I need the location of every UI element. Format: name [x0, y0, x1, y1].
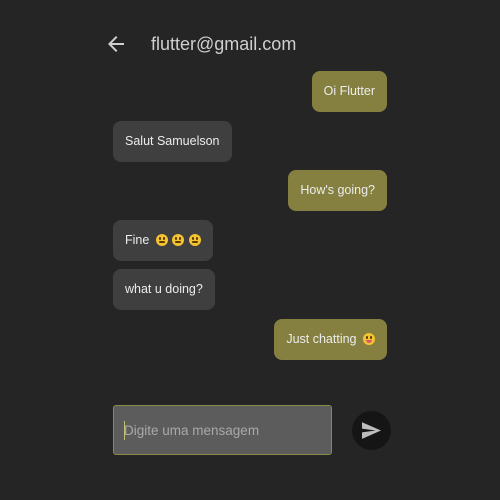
message-bubble-sent[interactable]: Oi Flutter	[311, 71, 387, 112]
grimacing-face-icon	[188, 234, 201, 246]
grimacing-face-icon	[155, 234, 168, 246]
send-button[interactable]	[352, 411, 391, 450]
face-savoring-food-icon	[363, 333, 375, 345]
text-caret	[124, 421, 125, 440]
message-bubble-received[interactable]: Fine	[113, 220, 213, 261]
message-input-box[interactable]	[113, 405, 332, 455]
send-icon	[362, 422, 381, 439]
message-list: Oi Flutter Salut Samuelson How's going? …	[0, 0, 500, 380]
message-bubble-received[interactable]: Salut Samuelson	[113, 121, 232, 162]
message-text: Just chatting	[286, 332, 357, 346]
message-text: Salut Samuelson	[125, 134, 220, 148]
message-text: How's going?	[300, 183, 375, 197]
message-input[interactable]	[114, 406, 331, 454]
chat-screen: flutter@gmail.com Oi Flutter Salut Samue…	[0, 0, 500, 500]
message-text: Oi Flutter	[323, 84, 375, 98]
message-composer	[0, 380, 500, 500]
grimacing-face-icon	[172, 234, 185, 246]
message-bubble-sent[interactable]: Just chatting	[274, 319, 387, 360]
message-bubble-sent[interactable]: How's going?	[288, 170, 387, 211]
message-bubble-received[interactable]: what u doing?	[113, 269, 215, 310]
message-text: Fine	[125, 233, 150, 247]
message-text: what u doing?	[125, 282, 203, 296]
